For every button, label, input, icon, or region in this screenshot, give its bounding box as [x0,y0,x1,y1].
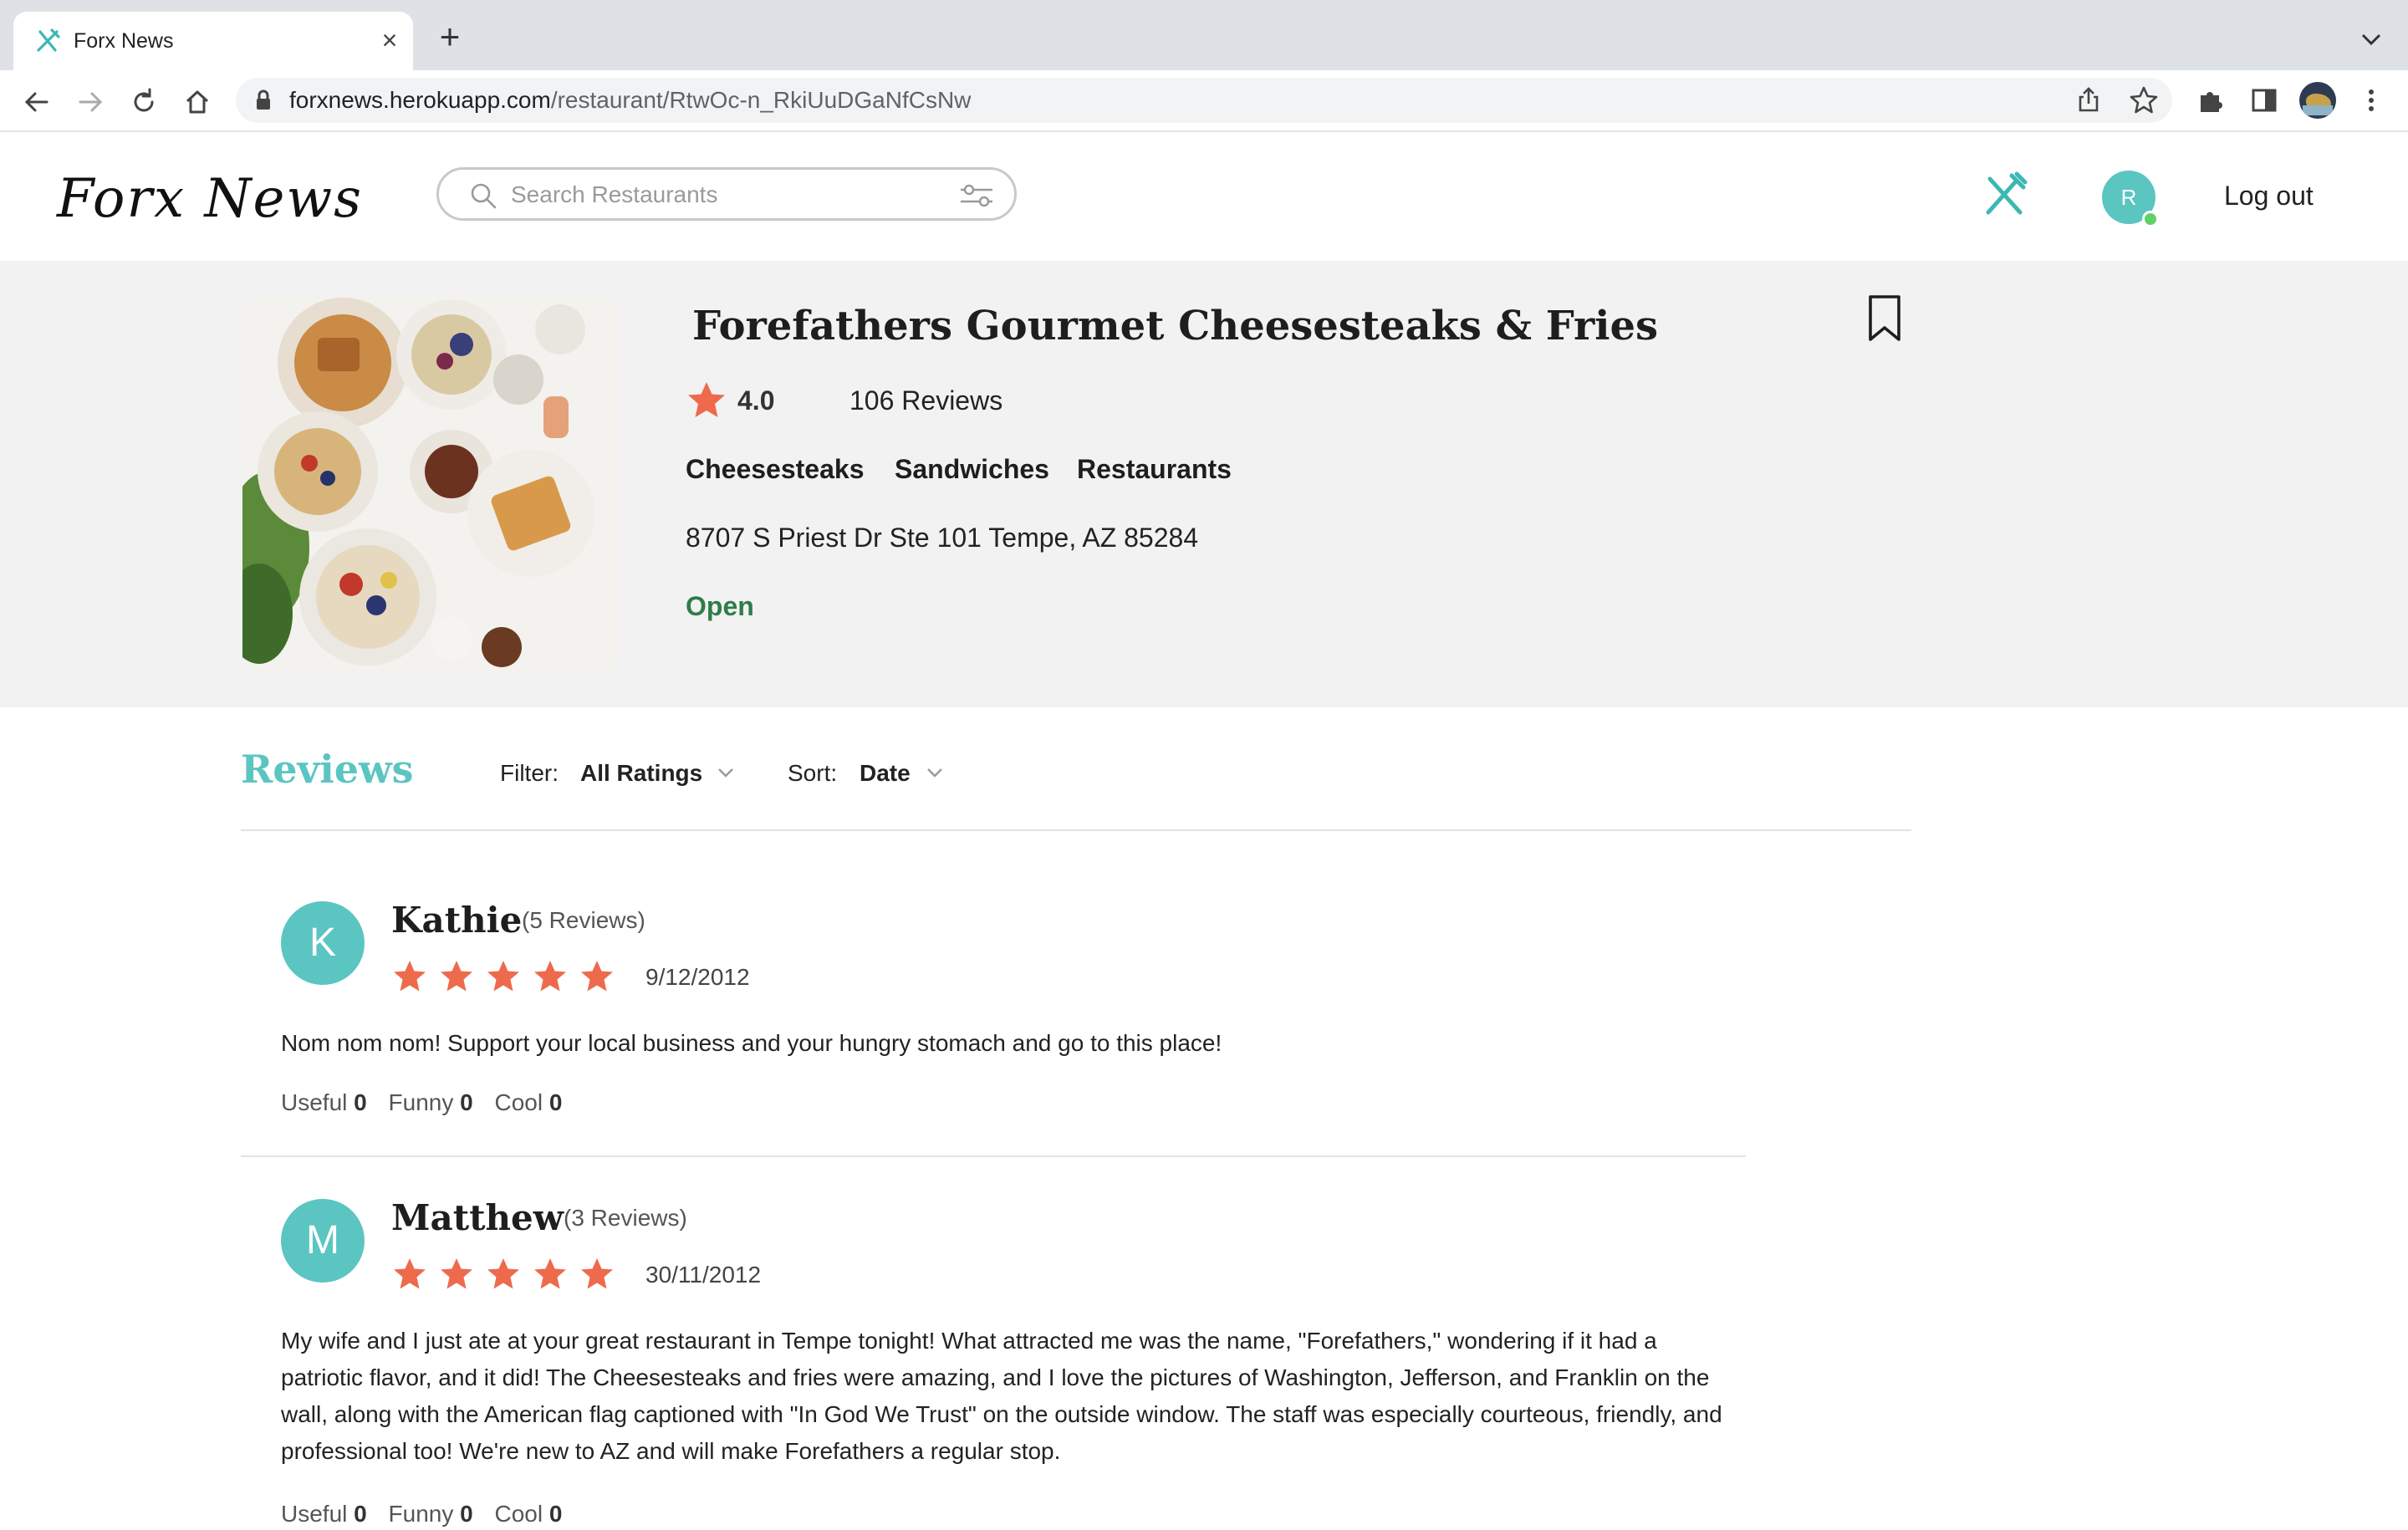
section-divider [241,829,1911,831]
logo-text: Forx News [57,168,363,230]
extensions-puzzle-icon[interactable] [2194,84,2227,117]
review-votes: Useful 0 Funny 0 Cool 0 [281,1498,577,1530]
online-status-dot [2142,211,2159,227]
rating-star-icon [688,382,725,417]
search-icon [471,183,497,209]
category-tag[interactable]: Restaurants [1077,451,1232,487]
search-bar[interactable] [436,167,1017,221]
utensils-icon[interactable] [1982,171,2028,217]
star-icon [487,1258,519,1289]
star-icon [534,1258,566,1289]
reviewer-avatar[interactable]: K [281,901,365,985]
reviewer-review-count: (5 Reviews) [522,907,645,933]
star-icon [534,961,566,992]
open-status: Open [686,591,754,621]
share-icon[interactable] [2072,84,2105,117]
restaurant-name: Forefathers Gourmet Cheesesteaks & Fries [692,303,1659,349]
review-stars [391,958,642,995]
url-text[interactable]: forxnews.herokuapp.com/restaurant/RtwOc-… [289,86,971,115]
app-header: Forx News R Log out [0,132,2408,259]
back-arrow-icon[interactable] [20,85,54,119]
useful-count: 0 [354,1089,367,1115]
sort-dropdown[interactable]: Date [860,757,911,789]
cool-label: Cool [494,1089,543,1115]
cool-vote[interactable]: Cool 0 [494,1089,562,1115]
tab-close-icon[interactable]: × [373,23,406,57]
search-input[interactable] [509,176,914,213]
filter-dropdown[interactable]: All Ratings [580,757,702,789]
restaurant-banner: Forefathers Gourmet Cheesesteaks & Fries… [0,261,2408,707]
logout-button[interactable]: Log out [2224,179,2314,212]
restaurant-photo [242,296,619,672]
browser-menu-icon[interactable] [2354,84,2388,117]
url-host: forxnews.herokuapp.com [289,87,551,113]
tab-search-chevron-icon[interactable] [2353,23,2390,57]
bookmark-icon[interactable] [1866,294,1903,343]
reviewer-avatar[interactable]: M [281,1199,365,1283]
filter-sliders-icon[interactable] [957,181,996,210]
profile-avatar-icon[interactable] [2299,82,2336,119]
side-panel-icon[interactable] [2247,84,2281,117]
reviews-heading: Reviews [241,747,414,792]
utensils-favicon-icon [37,28,60,52]
tab-title: Forx News [74,29,174,53]
category-tag[interactable]: Sandwiches [895,451,1049,487]
useful-label: Useful [281,1089,348,1115]
reviewer-name[interactable]: Kathie [391,898,522,943]
category-tag[interactable]: Cheesesteaks [686,451,864,487]
restaurant-address: 8707 S Priest Dr Ste 101 Tempe, AZ 85284 [686,523,1199,553]
star-icon [487,961,519,992]
star-icon [581,1258,613,1289]
forx-news-logo[interactable]: Forx News [57,166,363,232]
star-icon [394,961,426,992]
url-path: /restaurant/RtwOc-n_RkiUuDGaNfCsNw [550,87,972,113]
bookmark-star-icon[interactable] [2127,84,2161,117]
reviewer-review-count: (3 Reviews) [564,1205,687,1231]
review-date: 30/11/2012 [645,1262,762,1288]
reload-icon[interactable] [127,85,161,119]
funny-count: 0 [460,1089,473,1115]
cool-count: 0 [548,1089,563,1115]
useful-vote[interactable]: Useful 0 [281,1089,367,1115]
review-text: Nom nom nom! Support your local business… [281,1030,1222,1056]
filter-label: Filter: [500,760,559,786]
funny-vote[interactable]: Funny 0 [389,1089,473,1115]
review-divider [241,1155,1746,1157]
home-icon[interactable] [181,85,214,119]
reviewer-name[interactable]: Matthew [391,1196,564,1241]
star-icon [441,1258,472,1289]
lock-icon[interactable] [254,89,273,111]
review-date: 9/12/2012 [645,964,750,990]
restaurant-rating: 4.0 [737,385,775,416]
star-icon [441,961,472,992]
star-icon [581,961,613,992]
browser-tab-bar: Forx News × + [0,0,2408,70]
chevron-down-icon[interactable] [925,764,945,781]
new-tab-icon[interactable]: + [430,18,470,59]
restaurant-review-count: 106 Reviews [849,385,1003,416]
address-bar[interactable]: forxnews.herokuapp.com/restaurant/RtwOc-… [236,78,2172,123]
review-text: My wife and I just ate at your great res… [281,1328,1722,1464]
sort-label: Sort: [788,760,838,786]
funny-label: Funny [388,1089,454,1115]
forward-arrow-icon[interactable] [74,85,107,119]
chevron-down-icon[interactable] [716,764,736,781]
browser-tab[interactable]: Forx News × [13,12,413,70]
review-votes: Useful 0 Funny 0 Cool 0 [281,1087,577,1119]
review-stars [391,1256,642,1293]
star-icon [394,1258,426,1289]
